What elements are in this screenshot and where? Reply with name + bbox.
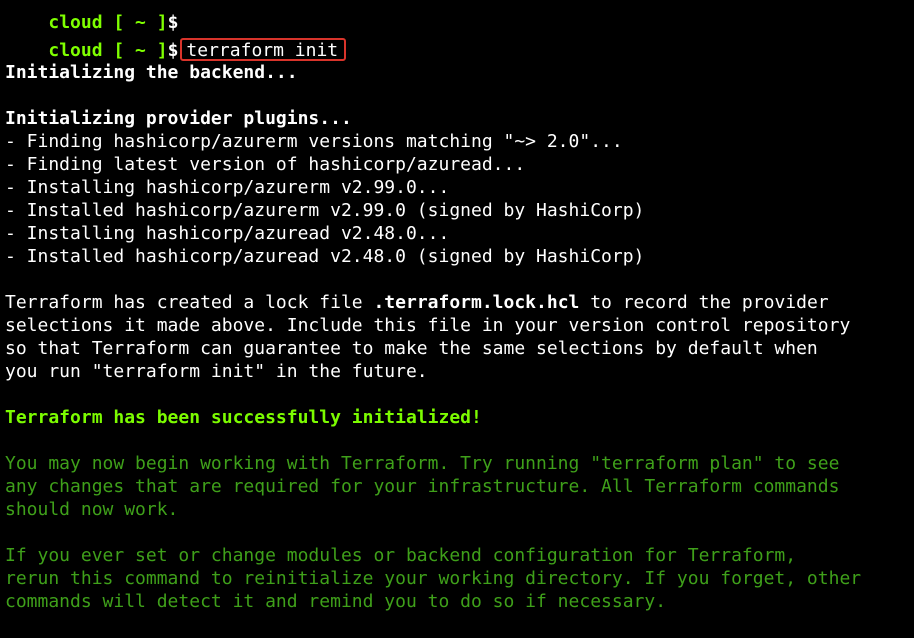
lock-file-line: Terraform has created a lock file .terra… [5,291,829,314]
lock-file-name: .terraform.lock.hcl [373,292,580,313]
previous-prompt-line: cloud [ ~ ]$ [5,0,178,33]
terminal-window[interactable]: cloud [ ~ ]$ cloud [ ~ ]$ terraform init … [0,0,914,638]
reinit-note-line: commands will detect it and remind you t… [5,591,667,612]
provider-step-line: - Finding hashicorp/azurerm versions mat… [5,131,623,152]
provider-step-line: - Installed hashicorp/azuread v2.48.0 (s… [5,246,645,267]
lock-info-line: so that Terraform can guarantee to make … [5,338,818,359]
provider-init-line: Initializing provider plugins... [5,108,352,129]
lock-text-after: to record the provider [579,292,829,313]
next-steps-line: any changes that are required for your i… [5,476,840,497]
lock-info-line: you run "terraform init" in the future. [5,361,428,382]
provider-step-line: - Installing hashicorp/azuread v2.48.0..… [5,223,450,244]
lock-info-line: selections it made above. Include this f… [5,315,851,336]
next-steps-line: You may now begin working with Terraform… [5,453,840,474]
provider-step-line: - Installed hashicorp/azurerm v2.99.0 (s… [5,200,645,221]
highlighted-command: terraform init [180,38,347,61]
prompt-host: cloud [ ~ ] [48,40,168,61]
success-message: Terraform has been successfully initiali… [5,407,482,428]
reinit-note-line: rerun this command to reinitialize your … [5,568,862,589]
reinit-note-line: If you ever set or change modules or bac… [5,545,797,566]
next-steps-line: should now work. [5,499,179,520]
provider-step-line: - Installing hashicorp/azurerm v2.99.0..… [5,177,450,198]
prompt-symbol: $ [167,40,179,61]
backend-init-line: Initializing the backend... [5,62,298,83]
command-line: cloud [ ~ ]$ terraform init [5,15,347,61]
provider-step-line: - Finding latest version of hashicorp/az… [5,154,526,175]
current-prompt-line[interactable]: cloud [ ~ ]$ [5,613,197,638]
lock-text-before: Terraform has created a lock file [5,292,374,313]
